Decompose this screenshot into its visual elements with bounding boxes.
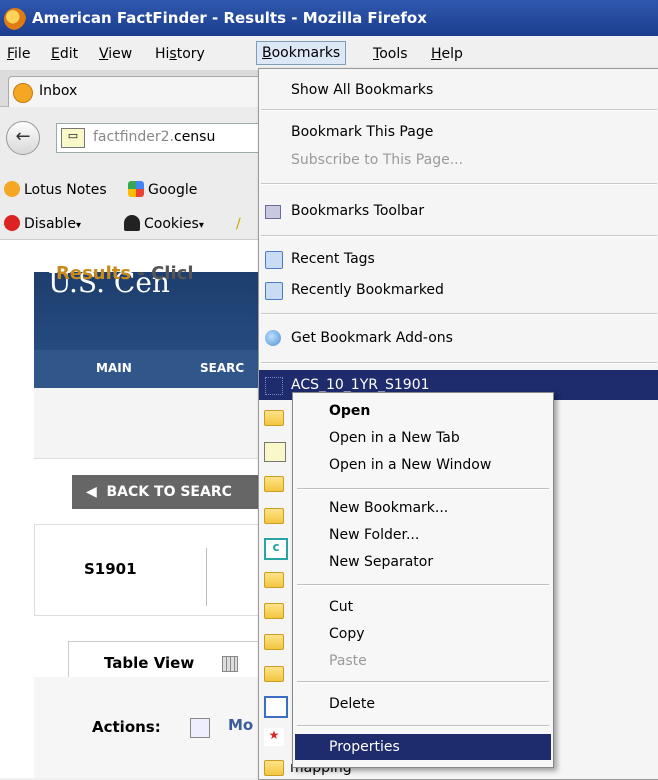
page-icon bbox=[264, 442, 286, 462]
ctx-new-bookmark[interactable]: New Bookmark... bbox=[295, 495, 551, 521]
actions-label: Actions: bbox=[92, 718, 161, 736]
ctx-new-separator[interactable]: New Separator bbox=[295, 549, 551, 575]
url-bar[interactable]: ▭ factfinder2.censu bbox=[56, 123, 268, 153]
url-text: factfinder2.censu bbox=[93, 129, 216, 145]
ctx-open[interactable]: Open bbox=[295, 398, 551, 424]
menu-get-addons[interactable]: Get Bookmark Add-ons bbox=[259, 323, 658, 353]
window-title: American FactFinder - Results - Mozilla … bbox=[32, 9, 427, 27]
tab-label: Inbox bbox=[39, 83, 78, 99]
menu-bookmark-this-page[interactable]: Bookmark This Page bbox=[259, 117, 658, 147]
folder-icon bbox=[264, 572, 284, 588]
ctx-cut[interactable]: Cut bbox=[295, 594, 551, 620]
folder-icon bbox=[264, 760, 284, 776]
ctx-open-new-window[interactable]: Open in a New Window bbox=[295, 452, 551, 478]
folder-icon bbox=[264, 410, 284, 426]
table-info-panel bbox=[34, 524, 262, 616]
bookmark-disable[interactable]: Disable▾ bbox=[4, 213, 81, 235]
menu-view[interactable]: View bbox=[94, 43, 137, 65]
bookmark-page-icon bbox=[265, 377, 283, 395]
back-button[interactable]: ← bbox=[6, 121, 40, 155]
inbox-favicon-icon bbox=[13, 83, 33, 103]
ctx-delete[interactable]: Delete bbox=[295, 691, 551, 717]
menu-separator bbox=[297, 681, 549, 683]
census-nav: MAIN SEARC bbox=[34, 350, 260, 388]
bookmark-lotus-notes[interactable]: Lotus Notes bbox=[4, 179, 107, 201]
addon-icon bbox=[265, 330, 281, 346]
wand-icon[interactable]: ∕ bbox=[236, 213, 241, 235]
bookmarks-toolbar-icon bbox=[265, 205, 281, 219]
lotus-notes-icon bbox=[4, 181, 20, 197]
menu-show-all-bookmarks[interactable]: Show All Bookmarks bbox=[259, 75, 658, 105]
ctx-open-new-tab[interactable]: Open in a New Tab bbox=[295, 425, 551, 451]
title-bar: American FactFinder - Results - Mozilla … bbox=[0, 0, 658, 36]
results-title: Results - Clicl bbox=[56, 263, 194, 284]
context-menu: Open Open in a New Tab Open in a New Win… bbox=[292, 392, 554, 768]
ctx-copy[interactable]: Copy bbox=[295, 621, 551, 647]
results-header bbox=[34, 388, 260, 459]
folder-icon bbox=[264, 666, 284, 682]
google-icon bbox=[128, 181, 144, 197]
web-page: U.S. Cen MAIN SEARC Results - Clicl ◀ BA… bbox=[0, 240, 286, 778]
menu-edit[interactable]: Edit bbox=[46, 43, 83, 65]
menu-help[interactable]: Help bbox=[426, 43, 468, 65]
menu-bookmarks[interactable]: Bookmarks bbox=[256, 41, 347, 65]
page-icon bbox=[264, 696, 288, 718]
nav-search[interactable]: SEARC bbox=[200, 361, 244, 375]
folder-icon bbox=[264, 634, 284, 650]
menu-separator bbox=[297, 725, 549, 727]
ctx-paste: Paste bbox=[329, 653, 367, 669]
folder-icon bbox=[264, 603, 284, 619]
cookies-person-icon bbox=[124, 215, 140, 231]
tab-inbox[interactable]: Inbox bbox=[8, 76, 262, 107]
menu-separator bbox=[261, 313, 657, 315]
menu-history[interactable]: History bbox=[150, 43, 210, 65]
search-folder-icon bbox=[265, 282, 283, 300]
menu-separator bbox=[261, 362, 657, 364]
menu-recently-bookmarked[interactable]: Recently Bookmarked bbox=[259, 275, 658, 305]
firefox-logo-icon bbox=[4, 8, 26, 30]
modify-table-icon[interactable] bbox=[190, 718, 210, 738]
menu-separator bbox=[261, 235, 657, 237]
panel-divider bbox=[206, 548, 207, 606]
menu-separator bbox=[297, 584, 549, 586]
bookmarks-toolbar: Lotus Notes Google Disable▾ Cookies▾ ∕ bbox=[0, 167, 260, 240]
ctx-properties[interactable]: Properties bbox=[295, 734, 551, 760]
menu-separator bbox=[297, 488, 549, 490]
menu-separator bbox=[261, 183, 657, 185]
c-site-icon: c bbox=[264, 538, 288, 560]
actions-modify-link[interactable]: Mo bbox=[228, 716, 253, 734]
ctx-new-folder[interactable]: New Folder... bbox=[295, 522, 551, 548]
bookmark-cookies[interactable]: Cookies▾ bbox=[124, 213, 204, 235]
menu-file[interactable]: File bbox=[2, 43, 35, 65]
menu-subscribe: Subscribe to This Page... bbox=[291, 152, 464, 168]
stars-icon: ★ bbox=[264, 728, 284, 746]
menu-tools[interactable]: Tools bbox=[368, 43, 413, 65]
url-domain: censu bbox=[174, 129, 216, 145]
table-view-label: Table View bbox=[104, 654, 195, 672]
grid-icon bbox=[222, 656, 238, 672]
bookmark-google[interactable]: Google bbox=[128, 179, 197, 201]
disable-icon bbox=[4, 215, 20, 231]
search-folder-icon bbox=[265, 251, 283, 269]
menu-separator bbox=[261, 109, 657, 111]
site-identity-icon[interactable]: ▭ bbox=[61, 128, 85, 148]
back-to-search-button[interactable]: ◀ BACK TO SEARC bbox=[72, 475, 286, 509]
menu-recent-tags[interactable]: Recent Tags bbox=[259, 244, 658, 274]
table-id: S1901 bbox=[84, 560, 137, 578]
nav-main[interactable]: MAIN bbox=[96, 361, 132, 375]
folder-icon bbox=[264, 508, 284, 524]
navigation-bar: ← ▭ factfinder2.censu bbox=[0, 107, 268, 167]
menu-bookmarks-toolbar[interactable]: Bookmarks Toolbar bbox=[259, 196, 658, 226]
folder-icon bbox=[264, 476, 284, 492]
